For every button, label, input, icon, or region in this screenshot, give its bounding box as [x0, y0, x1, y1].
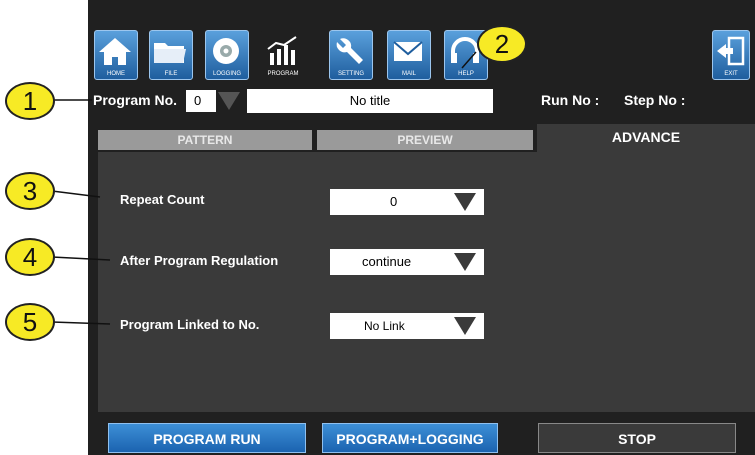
- file-label: FILE: [164, 71, 178, 77]
- mail-icon: [393, 41, 423, 61]
- home-label: HOME: [107, 71, 125, 77]
- logging-button[interactable]: LOGGING: [205, 30, 249, 80]
- chevron-down-icon: [454, 193, 476, 211]
- program-button[interactable]: PROGRAM: [261, 30, 305, 80]
- exit-icon: [717, 36, 745, 66]
- program-title-field[interactable]: No title: [247, 89, 493, 113]
- chevron-down-icon: [454, 317, 476, 335]
- callout-1: 1: [5, 82, 55, 120]
- after-regulation-value: continue: [362, 254, 412, 269]
- repeat-count-select[interactable]: 0: [330, 189, 484, 215]
- repeat-count-value: 0: [390, 194, 398, 209]
- repeat-count-label: Repeat Count: [120, 192, 205, 207]
- chevron-down-icon: [454, 253, 476, 271]
- callout-5: 5: [5, 303, 55, 341]
- program-title-value: No title: [349, 93, 391, 108]
- callout-2: 2: [477, 25, 527, 63]
- linked-value: No Link: [364, 319, 405, 333]
- home-button[interactable]: HOME: [94, 30, 138, 80]
- folder-icon: [154, 43, 186, 63]
- exit-button[interactable]: EXIT: [712, 30, 750, 80]
- callout-4: 4: [5, 238, 55, 276]
- program-label: PROGRAM: [267, 71, 299, 77]
- help-label: HELP: [458, 71, 474, 77]
- wrench-icon: [336, 38, 363, 64]
- tab-advance[interactable]: ADVANCE: [537, 124, 755, 152]
- stop-button[interactable]: STOP: [538, 423, 736, 453]
- setting-label: SETTING: [337, 71, 364, 77]
- logging-label: LOGGING: [212, 71, 241, 77]
- tab-preview[interactable]: PREVIEW: [317, 130, 533, 150]
- home-icon: [99, 38, 131, 65]
- file-button[interactable]: FILE: [149, 30, 193, 80]
- callout-3: 3: [5, 172, 55, 210]
- run-no-label: Run No :: [541, 92, 600, 108]
- program-no-value: 0: [194, 93, 202, 108]
- mail-button[interactable]: MAIL: [387, 30, 431, 80]
- tab-pattern[interactable]: PATTERN: [98, 130, 312, 150]
- disc-icon: [213, 38, 239, 64]
- program-no-select[interactable]: 0: [186, 90, 216, 112]
- linked-select[interactable]: No Link: [330, 313, 484, 339]
- program-logging-button[interactable]: PROGRAM+LOGGING: [322, 423, 498, 453]
- after-regulation-label: After Program Regulation: [120, 253, 279, 268]
- setting-button[interactable]: SETTING: [329, 30, 373, 80]
- chevron-down-icon[interactable]: [218, 92, 240, 110]
- step-no-label: Step No :: [624, 92, 686, 108]
- after-regulation-select[interactable]: continue: [330, 249, 484, 275]
- program-run-button[interactable]: PROGRAM RUN: [108, 423, 306, 453]
- exit-label: EXIT: [724, 71, 738, 77]
- mail-label: MAIL: [401, 71, 416, 77]
- chart-icon: [267, 36, 297, 65]
- program-no-label: Program No.: [93, 92, 178, 108]
- linked-label: Program Linked to No.: [120, 317, 260, 332]
